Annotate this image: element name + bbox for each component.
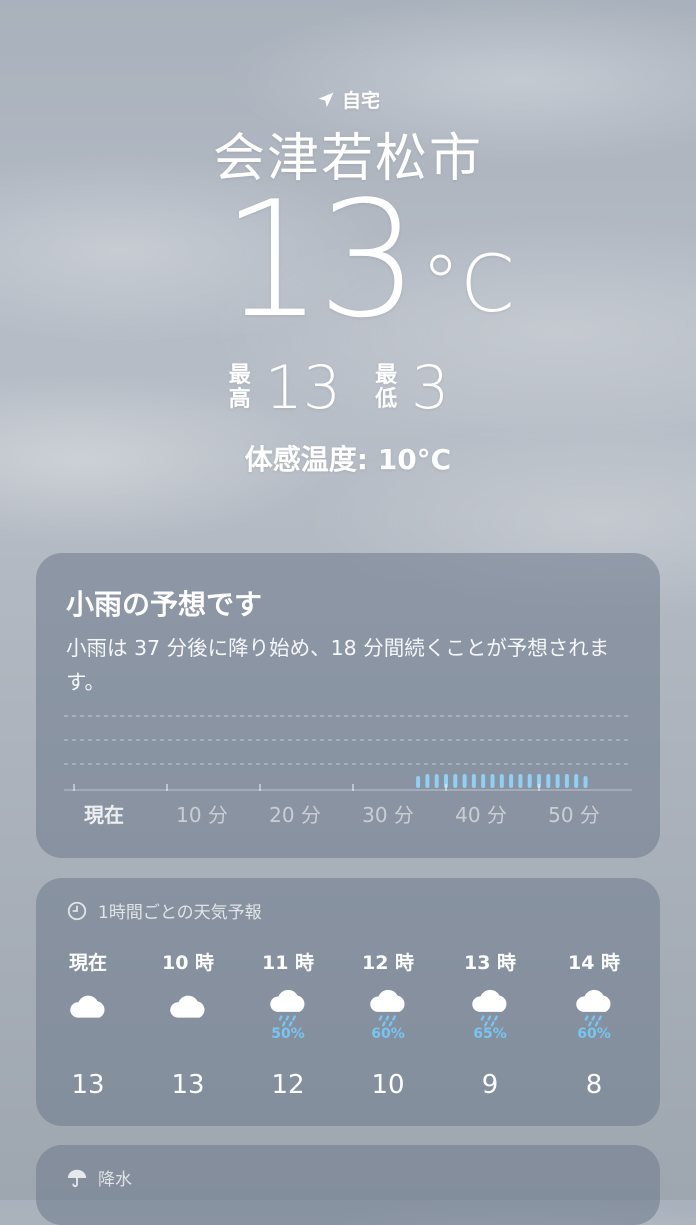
hour-time: 12 時: [361, 952, 415, 974]
rain-bar: [471, 774, 476, 788]
hourly-item: 13 時 65% 9: [440, 948, 540, 1100]
precipitation-header-label: 降水: [98, 1170, 132, 1190]
rain-bar: [416, 776, 421, 788]
rain-bar: [574, 774, 579, 788]
precipitation-header: 降水: [66, 1165, 132, 1190]
hour-icon-wrap: [38, 986, 138, 1048]
high-low-row: 最高 13 最低 3: [0, 358, 696, 418]
rain-bar: [490, 774, 495, 788]
location-row: 自宅: [0, 86, 696, 113]
location-arrow-icon: [318, 92, 334, 107]
feels-like: 体感温度: 10°C: [244, 443, 452, 476]
chart-tick-label: 50 分: [548, 803, 600, 827]
hour-temperature: 13: [71, 1070, 105, 1100]
hourly-header: 1時間ごとの天気予報: [66, 898, 262, 923]
hourly-forecast-card[interactable]: 1時間ごとの天気予報 現在 13 10 時 13 11 時 50% 12 12 時 60% 10 1…: [36, 878, 660, 1126]
hour-icon-wrap: 60%: [338, 986, 438, 1048]
hourly-item: 14 時 60% 8: [544, 948, 644, 1100]
rain-bar: [555, 774, 560, 788]
hour-icon-wrap: [138, 986, 238, 1048]
chart-tick-label: 20 分: [269, 803, 321, 827]
rain-bar: [462, 774, 467, 788]
chart-tick-label: 30 分: [362, 803, 414, 827]
hour-temperature: 13: [171, 1070, 205, 1100]
rain-bar: [509, 774, 514, 788]
clock-icon: [67, 901, 87, 920]
hour-icon-wrap: 50%: [238, 986, 338, 1048]
rain-bar: [434, 774, 439, 788]
high-value: 13: [264, 353, 342, 423]
hour-time: 11 時: [261, 952, 315, 974]
next-hour-precipitation-card[interactable]: 小雨の予想です 小雨は 37 分後に降り始め、18 分間続くことが予想されます。…: [36, 553, 660, 858]
hour-precip-chance: 50%: [271, 1026, 305, 1042]
hour-temperature: 9: [481, 1070, 499, 1100]
rain-bar: [583, 776, 588, 788]
precipitation-card[interactable]: 降水: [36, 1145, 660, 1225]
low-label: 最低: [375, 363, 398, 412]
hour-temperature: 12: [271, 1070, 305, 1100]
rain-bar: [425, 774, 430, 788]
rain-bar: [518, 774, 523, 788]
chart-tick-label: 10 分: [176, 803, 228, 827]
hour-precip-chance: 65%: [473, 1026, 507, 1042]
hourly-header-label: 1時間ごとの天気予報: [98, 903, 262, 923]
chart-tick-label: 現在: [84, 803, 124, 827]
hour-time: 13 時: [463, 952, 517, 974]
hourly-list: 現在 13 10 時 13 11 時 50% 12 12 時 60% 10 13 時 65% 9 14 時…: [36, 948, 660, 1118]
cloud-icon: [170, 995, 205, 1018]
location-label: 自宅: [341, 90, 380, 112]
hour-time: 10 時: [161, 952, 215, 974]
rain-bar: [527, 774, 532, 788]
hour-icon-wrap: 65%: [440, 986, 540, 1048]
precipitation-chart: 現在 10 分 20 分 30 分 40 分 50 分: [64, 715, 632, 827]
rain-bar: [546, 774, 551, 788]
rain-bar: [499, 774, 504, 788]
high-label: 最高: [228, 363, 251, 412]
temperature-value: 13: [221, 166, 419, 353]
current-temperature: 13 °C: [0, 180, 696, 340]
rain-bar: [453, 774, 458, 788]
hour-temperature: 10: [371, 1070, 405, 1100]
hour-precip-chance: 60%: [371, 1026, 405, 1042]
rain-bar: [481, 774, 486, 788]
hour-temperature: 8: [585, 1070, 603, 1100]
rain-bar: [564, 774, 569, 788]
hour-time: 14 時: [567, 952, 621, 974]
hourly-item: 12 時 60% 10: [338, 948, 438, 1100]
hourly-item: 現在 13: [38, 948, 138, 1100]
umbrella-icon: [67, 1169, 87, 1187]
hour-icon-wrap: 60%: [544, 986, 644, 1048]
hour-precip-chance: 60%: [577, 1026, 611, 1042]
hourly-item: 10 時 13: [138, 948, 238, 1100]
hourly-item: 11 時 50% 12: [238, 948, 338, 1100]
temperature-unit: °C: [421, 240, 515, 330]
precip-card-description: 小雨は 37 分後に降り始め、18 分間続くことが予想されます。: [66, 636, 610, 694]
cloud-icon: [70, 995, 105, 1018]
low-value: 3: [411, 353, 450, 423]
precip-card-title: 小雨の予想です: [66, 588, 263, 621]
chart-tick-label: 40 分: [455, 803, 507, 827]
hour-time: 現在: [68, 952, 107, 974]
